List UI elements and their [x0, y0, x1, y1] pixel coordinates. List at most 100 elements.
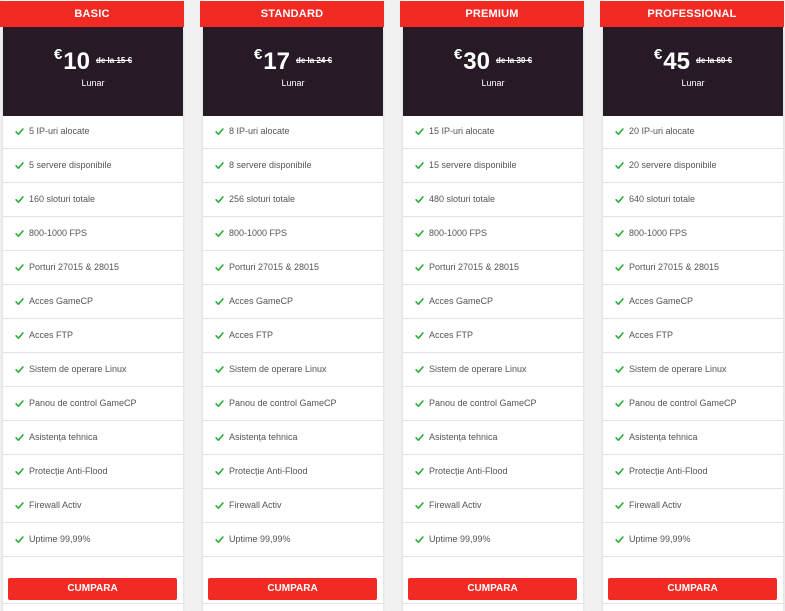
plan-card-premium: PREMIUM €30 de la 30 € Lunar 15 IP-uri al… — [400, 0, 584, 611]
check-icon — [215, 332, 224, 340]
check-icon — [415, 468, 424, 476]
feature-item: Protecție Anti-Flood — [603, 455, 783, 489]
feature-item: Uptime 99,99% — [603, 523, 783, 557]
feature-item: Sistem de operare Linux — [3, 353, 183, 387]
card-divider — [403, 603, 583, 604]
feature-item: 8 servere disponibile — [203, 149, 383, 183]
price-amount: 45 — [663, 48, 690, 75]
feature-item: Asistența tehnica — [203, 421, 383, 455]
feature-text: 15 IP-uri alocate — [429, 126, 495, 136]
feature-item: Uptime 99,99% — [403, 523, 583, 557]
check-icon — [15, 366, 24, 374]
feature-text: Uptime 99,99% — [29, 534, 91, 544]
check-icon — [215, 264, 224, 272]
check-icon — [615, 196, 624, 204]
feature-item: Firewall Activ — [603, 489, 783, 523]
buy-button-professional[interactable]: CUMPARA — [608, 578, 777, 600]
feature-item: Firewall Activ — [403, 489, 583, 523]
feature-text: Acces FTP — [229, 330, 274, 340]
check-icon — [615, 434, 624, 442]
feature-text: Protecție Anti-Flood — [429, 466, 508, 476]
card-divider — [603, 603, 783, 604]
check-icon — [615, 128, 624, 136]
feature-item: 8 IP-uri alocate — [203, 115, 383, 149]
plan-name: STANDARD — [200, 1, 384, 27]
check-icon — [215, 536, 224, 544]
feature-text: 15 servere disponibile — [429, 160, 517, 170]
check-icon — [615, 400, 624, 408]
feature-item: Sistem de operare Linux — [203, 353, 383, 387]
check-icon — [15, 162, 24, 170]
check-icon — [615, 298, 624, 306]
check-icon — [415, 230, 424, 238]
feature-text: Porturi 27015 & 28015 — [29, 262, 120, 272]
feature-text: Acces GameCP — [629, 296, 694, 306]
billing-period: Lunar — [281, 78, 305, 88]
price-box: €30 de la 30 € Lunar — [403, 27, 583, 116]
price-line: €45 de la 60 € — [603, 46, 783, 76]
check-icon — [15, 502, 24, 510]
billing-period: Lunar — [681, 78, 705, 88]
feature-text: Firewall Activ — [429, 500, 482, 510]
feature-item: 800-1000 FPS — [3, 217, 183, 251]
card-divider — [3, 603, 183, 604]
feature-text: Porturi 27015 & 28015 — [229, 262, 320, 272]
feature-item: 5 servere disponibile — [3, 149, 183, 183]
check-icon — [615, 230, 624, 238]
feature-item: Uptime 99,99% — [203, 523, 383, 557]
feature-text: Firewall Activ — [629, 500, 682, 510]
plan-name: PROFESSIONAL — [600, 1, 784, 27]
feature-item: Panou de control GameCP — [403, 387, 583, 421]
feature-item: 800-1000 FPS — [403, 217, 583, 251]
old-price: de la 60 € — [696, 56, 733, 65]
check-icon — [215, 366, 224, 374]
feature-item: Sistem de operare Linux — [603, 353, 783, 387]
buy-button-premium[interactable]: CUMPARA — [408, 578, 577, 600]
check-icon — [615, 536, 624, 544]
feature-text: 800-1000 FPS — [629, 228, 688, 238]
check-icon — [415, 298, 424, 306]
check-icon — [415, 196, 424, 204]
check-icon — [415, 536, 424, 544]
feature-text: Acces FTP — [29, 330, 74, 340]
feature-item: Acces FTP — [603, 319, 783, 353]
check-icon — [215, 230, 224, 238]
feature-text: Uptime 99,99% — [229, 534, 291, 544]
feature-text: Acces FTP — [429, 330, 474, 340]
price-line: €30 de la 30 € — [403, 46, 583, 76]
feature-text: Acces FTP — [629, 330, 674, 340]
check-icon — [615, 366, 624, 374]
feature-list: 8 IP-uri alocate 8 servere disponibile 256… — [203, 115, 383, 557]
check-icon — [615, 162, 624, 170]
price-box: €45 de la 60 € Lunar — [603, 27, 783, 116]
feature-item: 480 sloturi totale — [403, 183, 583, 217]
feature-text: 800-1000 FPS — [229, 228, 288, 238]
buy-button-standard[interactable]: CUMPARA — [208, 578, 377, 600]
feature-text: 8 servere disponibile — [229, 160, 312, 170]
feature-item: Panou de control GameCP — [603, 387, 783, 421]
feature-item: Panou de control GameCP — [203, 387, 383, 421]
price-line: €10 de la 15 € — [3, 46, 183, 76]
check-icon — [15, 196, 24, 204]
pricing-plans: BASIC €10 de la 15 € Lunar 5 IP-uri aloca… — [0, 0, 785, 611]
check-icon — [15, 400, 24, 408]
feature-text: Sistem de operare Linux — [429, 364, 527, 374]
feature-text: Protecție Anti-Flood — [229, 466, 308, 476]
feature-text: Sistem de operare Linux — [29, 364, 127, 374]
feature-item: 15 servere disponibile — [403, 149, 583, 183]
feature-item: Asistența tehnica — [3, 421, 183, 455]
check-icon — [15, 434, 24, 442]
billing-period: Lunar — [481, 78, 505, 88]
check-icon — [15, 332, 24, 340]
feature-item: Protecție Anti-Flood — [203, 455, 383, 489]
check-icon — [15, 298, 24, 306]
check-icon — [615, 332, 624, 340]
feature-item: Firewall Activ — [3, 489, 183, 523]
feature-text: 800-1000 FPS — [29, 228, 88, 238]
feature-text: Asistența tehnica — [29, 432, 98, 442]
feature-text: Protecție Anti-Flood — [629, 466, 708, 476]
buy-button-basic[interactable]: CUMPARA — [8, 578, 177, 600]
old-price: de la 24 € — [296, 56, 333, 65]
feature-text: Sistem de operare Linux — [229, 364, 327, 374]
plan-card-standard: STANDARD €17 de la 24 € Lunar 8 IP-uri al… — [200, 0, 384, 611]
